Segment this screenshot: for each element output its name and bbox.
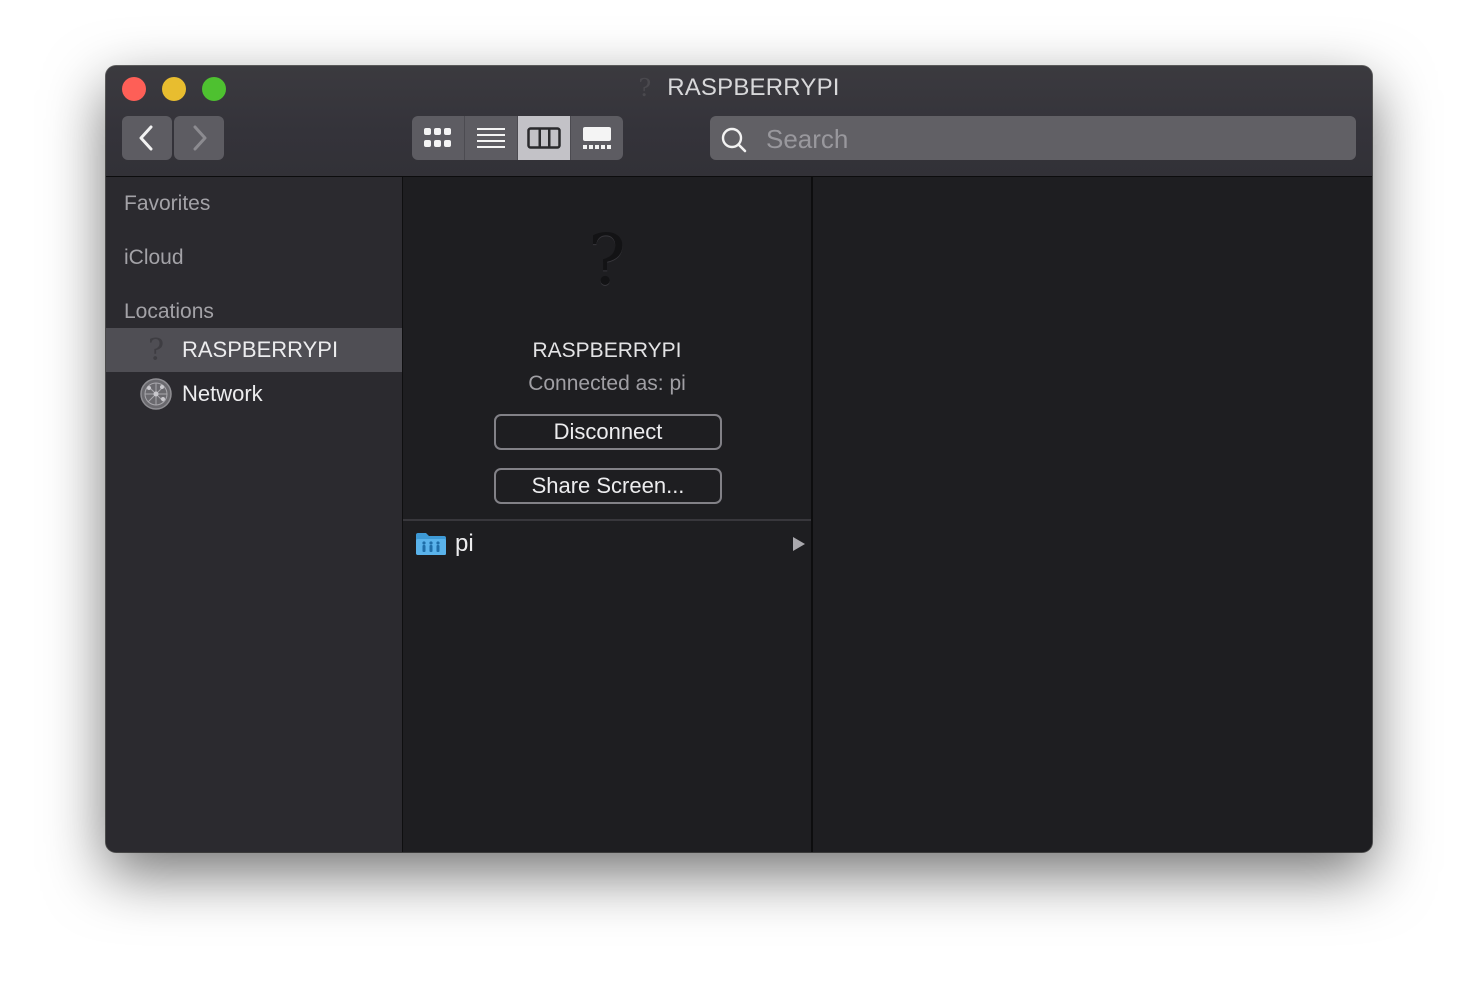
- share-screen-button[interactable]: Share Screen...: [494, 468, 722, 504]
- finder-window: ? RASPBERRYPI Search Favorites iCloud Lo…: [106, 66, 1372, 852]
- server-name: RASPBERRYPI: [532, 339, 682, 362]
- sidebar: Favorites iCloud Locations ? RASPBERRYPI…: [106, 177, 403, 852]
- network-globe-icon: [140, 378, 172, 410]
- sidebar-section-locations[interactable]: Locations: [124, 300, 214, 324]
- chevron-right-icon: [193, 125, 207, 151]
- icon-view-button[interactable]: [412, 116, 465, 160]
- shared-folder-icon: [416, 533, 446, 555]
- sidebar-section-favorites[interactable]: Favorites: [124, 192, 210, 216]
- window-title: RASPBERRYPI: [667, 74, 840, 101]
- gallery-view-button[interactable]: [571, 116, 623, 160]
- search-input[interactable]: [764, 116, 1348, 162]
- window-title-area: ? RASPBERRYPI: [106, 74, 1372, 104]
- server-question-mark-icon: ?: [588, 219, 626, 301]
- disconnect-button[interactable]: Disconnect: [494, 414, 722, 450]
- connection-status: Connected as: pi: [528, 372, 686, 395]
- sidebar-item-label: RASPBERRYPI: [182, 337, 339, 362]
- question-mark-icon: ?: [147, 332, 165, 368]
- forward-button[interactable]: [174, 116, 224, 160]
- browser-column-server: ? RASPBERRYPI Connected as: pi Disconnec…: [403, 177, 813, 852]
- list-icon: [477, 128, 505, 148]
- navigation-buttons: [122, 116, 224, 160]
- browser-column-empty: [814, 177, 1372, 852]
- search-icon: [721, 127, 747, 153]
- disclosure-arrow-icon: [793, 537, 805, 551]
- list-view-button[interactable]: [465, 116, 518, 160]
- question-mark-icon: ?: [638, 74, 652, 102]
- file-name: pi: [455, 530, 474, 557]
- sidebar-item-network[interactable]: Network: [106, 372, 402, 416]
- search-field[interactable]: [710, 116, 1356, 162]
- grid-icon: [424, 128, 451, 147]
- columns-icon: [527, 127, 561, 149]
- divider: [403, 519, 811, 521]
- toolbar: ? RASPBERRYPI: [106, 66, 1372, 177]
- view-mode-selector: [412, 116, 623, 160]
- gallery-icon: [583, 127, 611, 149]
- sidebar-section-icloud[interactable]: iCloud: [124, 246, 184, 270]
- file-row[interactable]: pi: [403, 527, 811, 563]
- sidebar-item-label: Network: [182, 381, 263, 406]
- back-button[interactable]: [122, 116, 172, 160]
- chevron-left-icon: [139, 125, 153, 151]
- sidebar-item-raspberrypi[interactable]: ? RASPBERRYPI: [106, 328, 402, 372]
- column-view-button[interactable]: [518, 116, 571, 160]
